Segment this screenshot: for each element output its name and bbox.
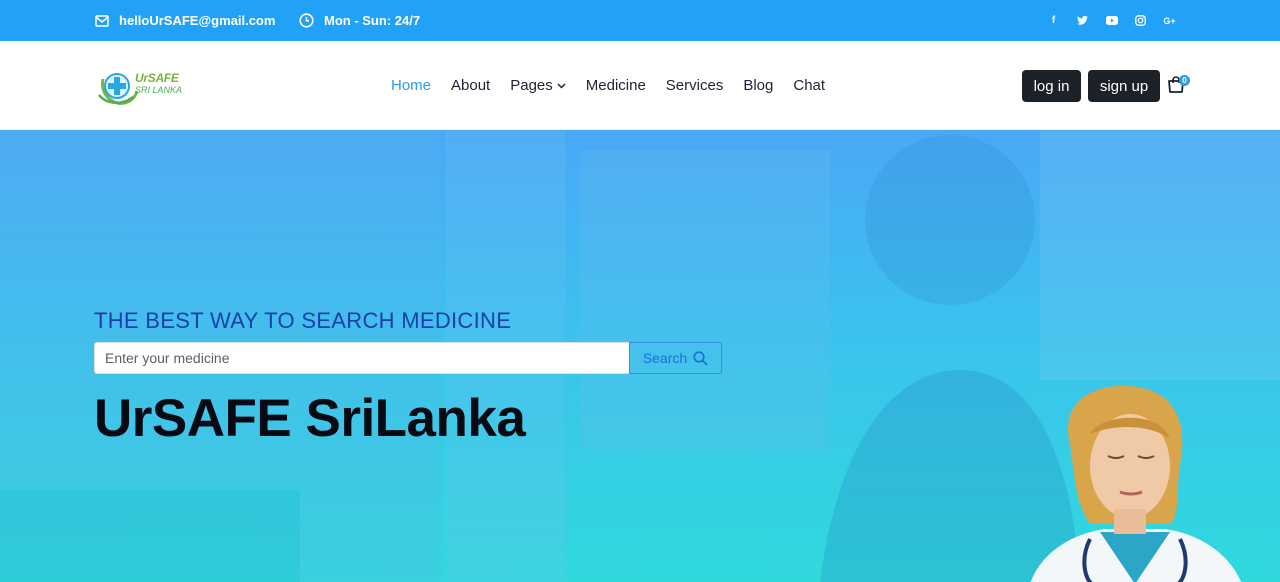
main-nav: Home About Pages Medicine Services Blog … — [391, 41, 825, 130]
nav-home[interactable]: Home — [391, 77, 431, 94]
facebook-icon[interactable]: f — [1045, 12, 1062, 29]
medical-cross-logo-icon — [98, 73, 139, 105]
mail-icon — [95, 14, 109, 27]
logo-word-srilanka: SRI LANKA — [135, 85, 183, 95]
search-button-label: Search — [642, 350, 688, 366]
hero-tagline: THE BEST WAY TO SEARCH MEDICINE — [94, 308, 512, 333]
login-button[interactable]: log in — [1022, 70, 1081, 102]
youtube-icon[interactable] — [1103, 12, 1120, 29]
cart-button[interactable]: 0 — [1167, 72, 1191, 96]
contact-email[interactable]: helloUrSAFE@gmail.com — [95, 0, 275, 41]
nav-medicine[interactable]: Medicine — [586, 77, 646, 94]
hours-text: Mon - Sun: 24/7 — [324, 13, 421, 28]
nav-pages[interactable]: Pages — [510, 77, 566, 94]
search-button[interactable]: Search — [629, 342, 722, 374]
logo-word-ursafe: UrSAFE — [135, 71, 179, 85]
medicine-search-form: Search — [94, 342, 722, 374]
site-header: UrSAFE SRI LANKA Home About Pages Medici… — [0, 41, 1280, 130]
hero-title: UrSAFE SriLanka — [94, 389, 526, 448]
instagram-icon[interactable] — [1132, 12, 1149, 29]
social-links: f G+ — [1045, 0, 1178, 41]
cart-count-badge: 0 — [1179, 75, 1190, 86]
search-icon — [693, 350, 708, 366]
nav-chat[interactable]: Chat — [793, 77, 825, 94]
email-text: helloUrSAFE@gmail.com — [119, 13, 276, 28]
nav-services[interactable]: Services — [666, 77, 724, 94]
doctor-illustration — [1030, 385, 1242, 582]
top-bar: helloUrSAFE@gmail.com Mon - Sun: 24/7 f … — [0, 0, 1280, 41]
hero-section: THE BEST WAY TO SEARCH MEDICINE Search U… — [0, 130, 1280, 582]
site-logo[interactable]: UrSAFE SRI LANKA — [97, 65, 187, 107]
contact-hours: Mon - Sun: 24/7 — [299, 0, 420, 41]
auth-buttons: log in sign up — [1022, 70, 1160, 102]
signup-button[interactable]: sign up — [1088, 70, 1160, 102]
clock-icon — [299, 13, 314, 28]
medicine-search-input[interactable] — [94, 342, 630, 374]
nav-about[interactable]: About — [451, 77, 490, 94]
nav-blog[interactable]: Blog — [743, 77, 773, 94]
chevron-down-icon — [557, 82, 566, 89]
twitter-icon[interactable] — [1074, 12, 1091, 29]
google-plus-icon[interactable]: G+ — [1161, 12, 1178, 29]
nav-pages-label: Pages — [510, 77, 553, 94]
